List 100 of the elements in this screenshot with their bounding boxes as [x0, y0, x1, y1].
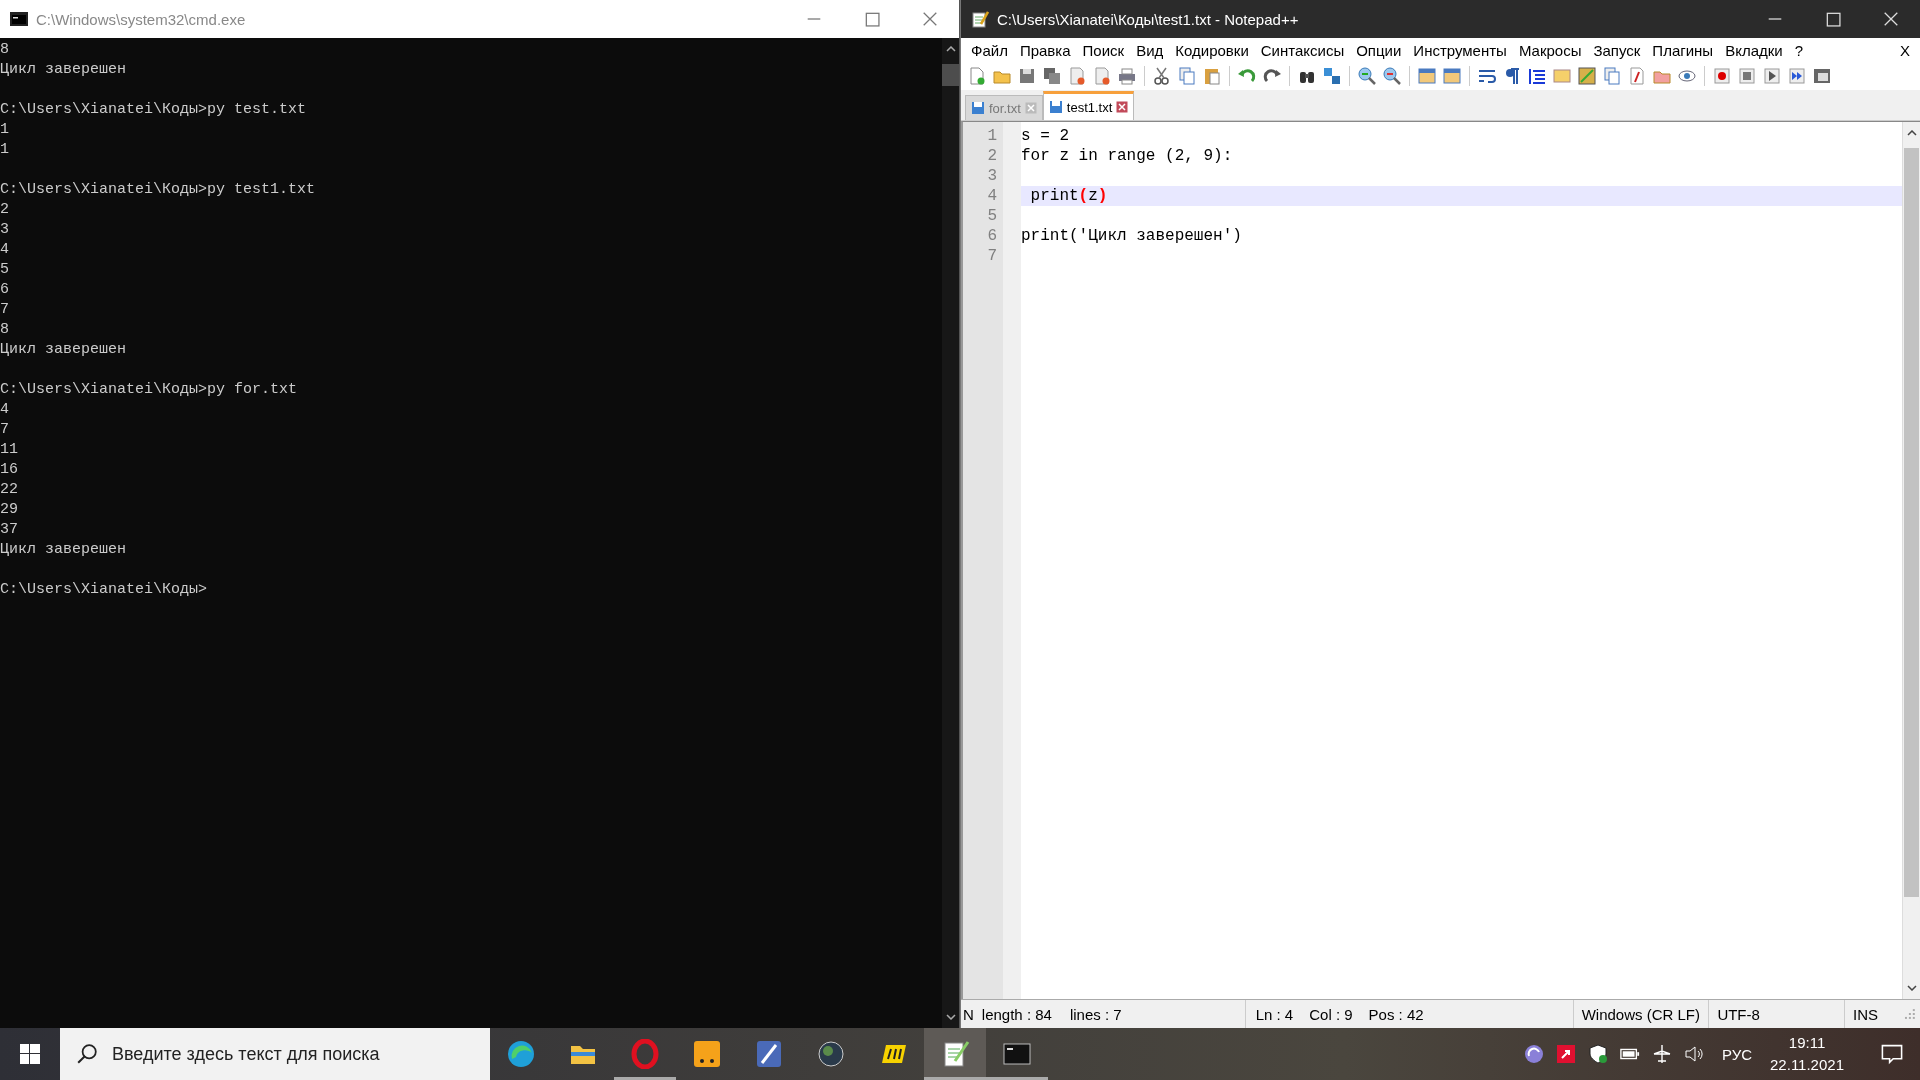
menu-item[interactable]: Инструменты [1407, 41, 1513, 59]
taskbar-app[interactable] [924, 1028, 986, 1080]
scroll-down-icon[interactable] [945, 1014, 956, 1020]
scroll-up-icon[interactable] [1906, 130, 1917, 136]
new-document-icon[interactable] [967, 66, 987, 86]
code-line: for z in range (2, 9): [1021, 146, 1233, 166]
console-line: 3 [0, 220, 9, 240]
console-line: Цикл заверешен [0, 340, 127, 360]
scroll-thumb[interactable] [1904, 148, 1919, 897]
line-number: 1 [987, 126, 998, 146]
menu-item[interactable]: Плагины [1646, 41, 1720, 59]
search-icon [76, 1043, 98, 1065]
indent-guide-icon[interactable] [1527, 66, 1547, 86]
console-line: 16 [0, 460, 18, 480]
console-icon [10, 10, 28, 28]
console-line: 1 [0, 120, 9, 140]
split-window-icon[interactable] [1417, 66, 1437, 86]
console-line: 6 [0, 280, 9, 300]
console-line: 7 [0, 420, 9, 440]
code-line: print(z) [1029, 186, 1108, 206]
window-title: C:\Users\Xianatei\Коды\test1.txt - Notepad++ [997, 10, 1299, 28]
notification-icon[interactable] [1880, 1042, 1904, 1066]
console-line: C:\Users\Xianatei\Коды> [0, 580, 208, 600]
wave-circle-icon [506, 1039, 536, 1069]
document-minus-icon[interactable] [1067, 66, 1087, 86]
menu-item[interactable]: Поиск [1076, 41, 1131, 59]
clock[interactable]: 19:11 22.11.2021 [1770, 1032, 1844, 1076]
console-line: 22 [0, 480, 18, 500]
window-title: C:\Windows\system32\cmd.exe [36, 10, 246, 28]
search-field[interactable]: Введите здесь текст для поиска [60, 1028, 490, 1080]
scroll-up-icon[interactable] [945, 46, 956, 52]
status-text: N [963, 1005, 974, 1023]
console-line: 7 [0, 300, 9, 320]
split-window-icon[interactable] [1442, 66, 1462, 86]
console-line: 29 [0, 500, 18, 520]
line-number: 3 [987, 166, 998, 186]
close-document-button[interactable]: X [1894, 41, 1916, 59]
copy-icon[interactable] [1177, 66, 1197, 86]
game-art-icon [754, 1039, 784, 1069]
console-line: C:\Users\Xianatei\Коды>py for.txt [0, 380, 298, 400]
scroll-thumb[interactable] [942, 64, 959, 86]
torrent-icon[interactable] [1524, 1044, 1544, 1064]
language-indicator[interactable]: РУС [1722, 1045, 1753, 1063]
documents-icon[interactable] [1602, 66, 1622, 86]
menu-item[interactable]: Файл [965, 41, 1014, 59]
speaker-icon[interactable] [1684, 1044, 1704, 1064]
replace-icon[interactable] [1322, 66, 1342, 86]
status-text: Col : 9 [1309, 1005, 1353, 1023]
scissors-icon[interactable] [1152, 66, 1172, 86]
scrollbar[interactable] [1902, 122, 1920, 999]
menu-item[interactable]: Вкладки [1719, 41, 1789, 59]
close-icon[interactable] [1116, 101, 1129, 113]
console-line: Цикл заверешен [0, 60, 127, 80]
stacked-disks-icon[interactable] [1042, 66, 1062, 86]
menu-item[interactable]: Вид [1130, 41, 1170, 59]
record-icon[interactable] [1712, 66, 1732, 86]
console-line: Цикл заверешен [0, 540, 127, 560]
documents-minus-icon[interactable] [1092, 66, 1112, 86]
zoom-in-icon[interactable] [1357, 66, 1377, 86]
app-tile-icon [692, 1039, 722, 1069]
zoom-out-icon[interactable] [1382, 66, 1402, 86]
console-line: C:\Users\Xianatei\Коды>py test.txt [0, 100, 307, 120]
function-icon[interactable] [1627, 66, 1647, 86]
code-line: s = 2 [1021, 126, 1069, 146]
status-text: UTF-8 [1717, 1005, 1760, 1023]
console-line: 2 [0, 200, 9, 220]
console-line: 11 [0, 440, 18, 460]
ring-icon [630, 1039, 660, 1069]
scrollbar[interactable] [942, 38, 959, 1028]
menu-item[interactable]: Макросы [1512, 41, 1588, 59]
menu-item[interactable]: Кодировки [1169, 41, 1255, 59]
status-text: lines : 7 [1069, 1005, 1122, 1023]
menu-item[interactable]: Запуск [1587, 41, 1647, 59]
stop-icon[interactable] [1737, 66, 1757, 86]
window-list-icon[interactable] [1812, 66, 1832, 86]
clipboard-icon[interactable] [1202, 66, 1222, 86]
line-number: 5 [987, 206, 998, 226]
fast-forward-icon[interactable] [1787, 66, 1807, 86]
play-icon[interactable] [1762, 66, 1782, 86]
arrow-square-icon[interactable] [1556, 1044, 1576, 1064]
airplane-icon[interactable] [1652, 1044, 1672, 1064]
status-text: Windows (CR LF) [1581, 1005, 1701, 1023]
notepad-icon [971, 10, 989, 28]
menu-item[interactable]: Правка [1013, 41, 1077, 59]
console-line: 4 [0, 240, 9, 260]
line-number: 4 [987, 186, 998, 206]
menu-item[interactable]: Опции [1350, 41, 1408, 59]
file-tab[interactable]: test1.txt [1042, 91, 1135, 120]
console-line: 1 [0, 140, 9, 160]
shield-icon[interactable] [1588, 1044, 1608, 1064]
menu-item[interactable]: ? [1788, 41, 1809, 59]
console-line: 8 [0, 40, 9, 60]
printer-icon[interactable] [1117, 66, 1137, 86]
scroll-down-icon[interactable] [1906, 985, 1917, 991]
windows-logo-icon [20, 1044, 40, 1064]
resize-grip-icon[interactable] [1904, 1008, 1916, 1020]
map-icon[interactable] [1577, 66, 1597, 86]
console-line: 4 [0, 400, 9, 420]
globe-icon [816, 1039, 846, 1069]
menu-item[interactable]: Синтаксисы [1254, 41, 1351, 59]
